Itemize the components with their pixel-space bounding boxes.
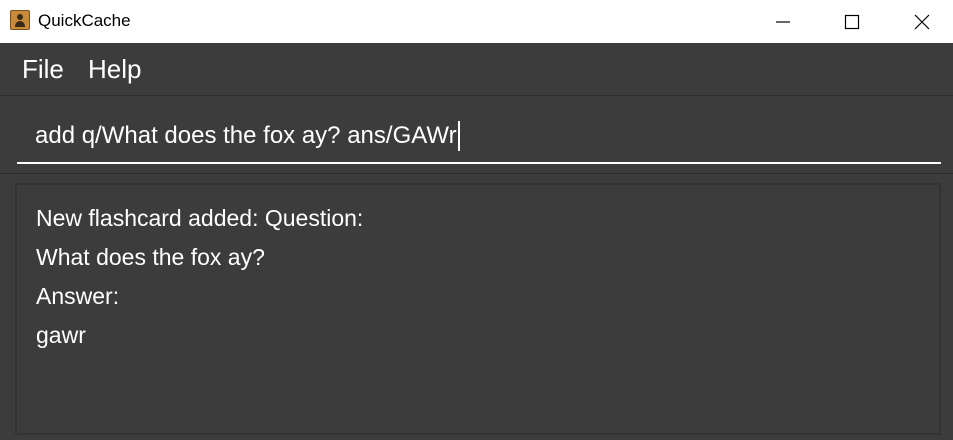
app-icon [10, 10, 30, 30]
result-line: What does the fox ay? [36, 244, 265, 270]
maximize-icon [844, 14, 860, 29]
maximize-button[interactable] [822, 0, 882, 43]
result-line: gawr [36, 322, 86, 348]
command-input-text: add q/What does the fox ay? ans/GAWr [35, 122, 457, 149]
result-line: Answer: [36, 283, 120, 309]
result-line: New flashcard added: Question: [36, 205, 364, 231]
close-icon [914, 14, 930, 29]
menu-bar: File Help [0, 43, 953, 96]
command-box-container: add q/What does the fox ay? ans/GAWr [0, 96, 953, 174]
title-bar[interactable]: QuickCache [0, 0, 953, 43]
close-button[interactable] [892, 0, 952, 43]
menu-file[interactable]: File [22, 54, 64, 84]
text-caret [457, 121, 460, 151]
result-display-container: New flashcard added: Question: What does… [0, 174, 953, 440]
minimize-icon [776, 20, 790, 23]
menu-help[interactable]: Help [88, 54, 141, 84]
minimize-button[interactable] [753, 0, 813, 43]
app-window: QuickCache File Help add q/What does the… [0, 0, 953, 440]
result-display[interactable]: New flashcard added: Question: What does… [15, 183, 941, 435]
window-title: QuickCache [38, 11, 131, 30]
command-input[interactable]: add q/What does the fox ay? ans/GAWr [17, 110, 941, 164]
